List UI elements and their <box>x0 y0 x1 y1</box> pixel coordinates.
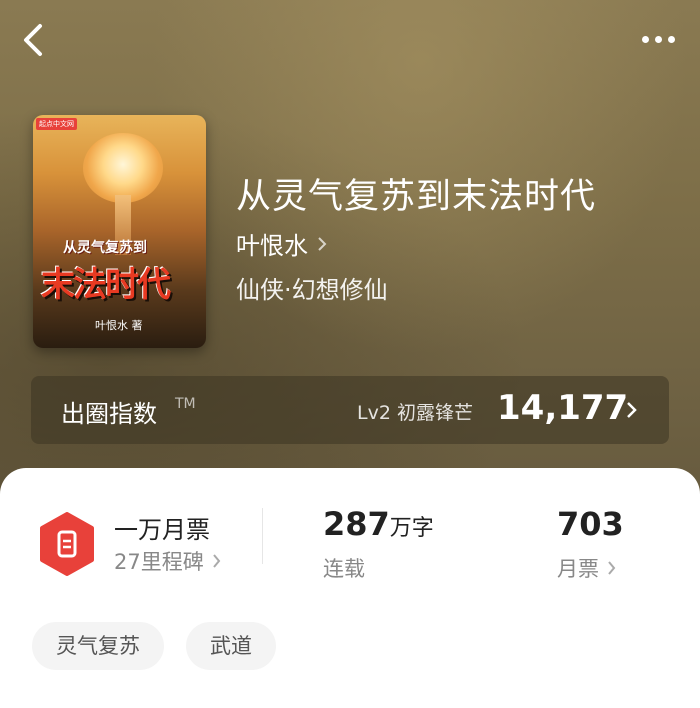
chevron-right-icon <box>318 236 327 251</box>
chevron-right-icon <box>627 402 637 418</box>
chevron-right-icon <box>608 561 616 575</box>
more-dot-icon <box>654 35 662 43</box>
top-bar <box>0 0 700 80</box>
back-arrow-icon <box>24 24 42 56</box>
trademark-mark: TM <box>175 396 196 412</box>
serial-status: 连载 <box>323 557 365 581</box>
monthly-votes-link[interactable]: 月票 <box>557 553 616 583</box>
stats-divider <box>262 508 263 564</box>
milestone-title: 一万月票 <box>114 516 210 544</box>
popularity-index-bar[interactable]: 出圈指数 TM Lv2 初露锋芒 14,177 <box>31 376 669 444</box>
book-genre: 仙侠·幻想修仙 <box>236 276 388 304</box>
stats-card <box>0 468 700 708</box>
index-score: 14,177 <box>497 388 629 428</box>
more-dot-icon <box>667 35 675 43</box>
monthly-votes-label: 月票 <box>557 557 599 581</box>
cover-title-top: 从灵气复苏到 <box>63 240 147 256</box>
book-cover[interactable]: 起点中文网 从灵气复苏到 末法时代 叶恨水 著 <box>33 115 206 348</box>
chevron-right-icon <box>212 554 221 568</box>
tag-chip[interactable]: 灵气复苏 <box>32 622 164 670</box>
milestone-link[interactable]: 27里程碑 <box>114 546 221 576</box>
index-level: Lv2 初露锋芒 <box>357 402 473 424</box>
monthly-ticket-badge-icon <box>40 512 94 576</box>
cover-logo: 起点中文网 <box>36 118 77 130</box>
word-count-number: 287 <box>323 505 390 543</box>
tag-chip[interactable]: 武道 <box>186 622 276 670</box>
author-link[interactable]: 叶恨水 <box>236 226 328 261</box>
back-button[interactable] <box>18 22 50 58</box>
more-options-button[interactable] <box>636 28 680 50</box>
author-name: 叶恨水 <box>236 232 308 260</box>
word-count: 287万字 <box>323 505 434 543</box>
word-count-unit: 万字 <box>389 516 434 541</box>
more-dot-icon <box>641 35 649 43</box>
cover-explosion-art <box>83 133 163 203</box>
index-label: 出圈指数 <box>61 400 157 428</box>
monthly-votes-count: 703 <box>557 505 624 543</box>
cover-author: 叶恨水 著 <box>95 319 143 332</box>
milestone-count: 27里程碑 <box>114 550 204 574</box>
book-title: 从灵气复苏到末法时代 <box>236 177 597 217</box>
cover-title-main: 末法时代 <box>41 265 171 305</box>
